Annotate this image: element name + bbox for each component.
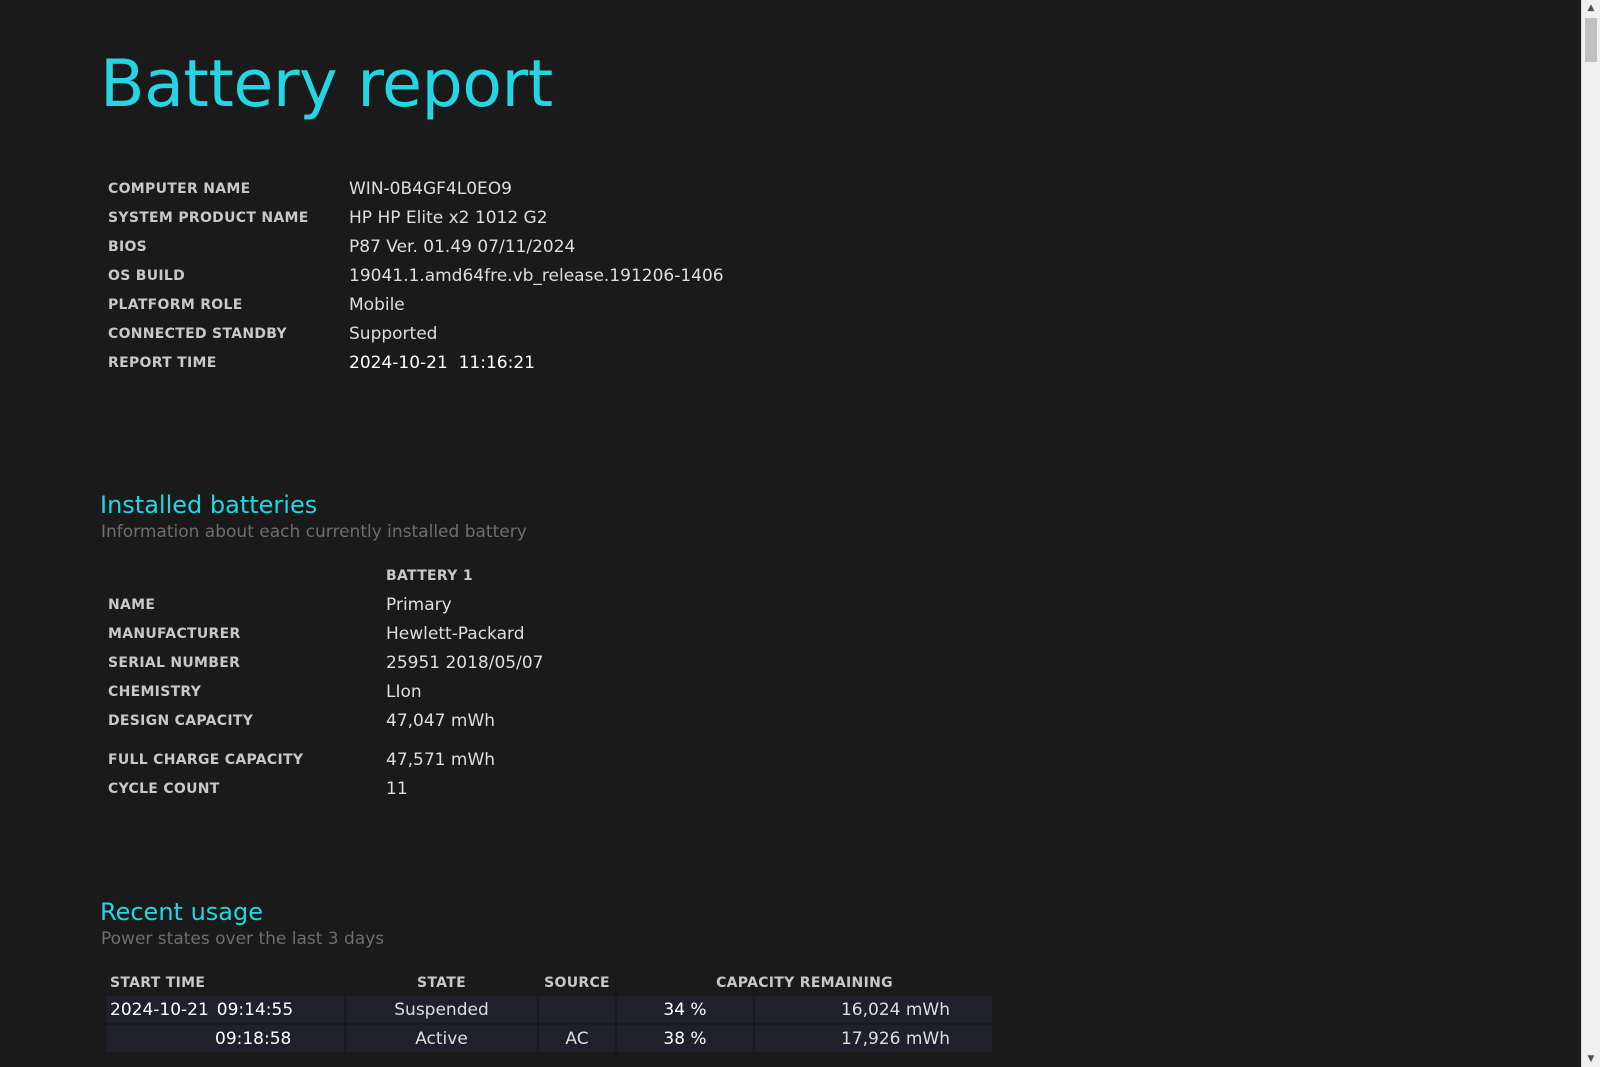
battery-row-manufacturer: MANUFACTURER Hewlett-Packard xyxy=(104,619,547,648)
capacity-mwh-cell: 16,024 mWh xyxy=(755,996,992,1025)
column-header-start-time: START TIME xyxy=(110,975,206,991)
info-value: 19041.1.amd64fre.vb_release.191206-1406 xyxy=(349,265,724,286)
page-title: Battery report xyxy=(100,47,553,122)
battery-row-name: NAME Primary xyxy=(104,590,547,619)
source-cell: AC xyxy=(539,1025,615,1054)
state-cell: Suspended xyxy=(346,996,537,1025)
recent-usage-subtitle: Power states over the last 3 days xyxy=(101,929,385,949)
installed-batteries-title: Installed batteries xyxy=(100,491,318,519)
battery-label: CHEMISTRY xyxy=(108,683,202,700)
battery-column-header: BATTERY 1 xyxy=(386,568,473,584)
capacity-percent-cell: 38 % xyxy=(617,1025,753,1054)
battery-header-row: BATTERY 1 xyxy=(104,562,547,590)
info-row-system-product-name: SYSTEM PRODUCT NAME HP HP Elite x2 1012 … xyxy=(104,203,728,232)
info-row-computer-name: COMPUTER NAME WIN-0B4GF4L0EO9 xyxy=(104,174,728,203)
scroll-down-arrow-icon[interactable]: ▼ xyxy=(1582,1051,1600,1067)
battery-value: 11 xyxy=(386,778,408,799)
info-label: COMPUTER NAME xyxy=(108,180,251,197)
info-row-os-build: OS BUILD 19041.1.amd64fre.vb_release.191… xyxy=(104,261,728,290)
battery-label: MANUFACTURER xyxy=(108,625,241,642)
battery-value: Primary xyxy=(386,594,452,615)
capacity-mwh-cell: 17,926 mWh xyxy=(755,1025,992,1054)
battery-label: FULL CHARGE CAPACITY xyxy=(108,751,304,768)
info-value: 2024-10-21 11:16:21 xyxy=(349,352,535,373)
column-header-state: STATE xyxy=(417,975,466,991)
recent-usage-table: START TIME STATE SOURCE CAPACITY REMAINI… xyxy=(104,970,994,1054)
battery-value: LIon xyxy=(386,681,422,702)
info-value: WIN-0B4GF4L0EO9 xyxy=(349,178,512,199)
table-row: 09:18:58 Active AC 38 % 17,926 mWh xyxy=(106,1025,992,1054)
info-value: Mobile xyxy=(349,294,405,315)
info-label: SYSTEM PRODUCT NAME xyxy=(108,209,309,226)
usage-header-row: START TIME STATE SOURCE CAPACITY REMAINI… xyxy=(106,970,992,996)
info-row-report-time: REPORT TIME 2024-10-21 11:16:21 xyxy=(104,348,728,377)
info-value: HP HP Elite x2 1012 G2 xyxy=(349,207,548,228)
installed-batteries-table: BATTERY 1 NAME Primary MANUFACTURER Hewl… xyxy=(104,562,547,803)
battery-label: NAME xyxy=(108,596,156,613)
battery-label: DESIGN CAPACITY xyxy=(108,712,254,729)
battery-value: 25951 2018/05/07 xyxy=(386,652,544,673)
battery-row-full-charge-capacity: FULL CHARGE CAPACITY 47,571 mWh xyxy=(104,735,547,774)
info-row-platform-role: PLATFORM ROLE Mobile xyxy=(104,290,728,319)
state-cell: Active xyxy=(346,1025,537,1054)
start-time-cell: 2024-10-21 09:14:55 xyxy=(106,996,344,1025)
source-cell xyxy=(539,996,615,1025)
recent-usage-title: Recent usage xyxy=(100,898,263,926)
vertical-scrollbar[interactable]: ▲ ▼ xyxy=(1581,0,1600,1067)
battery-row-design-capacity: DESIGN CAPACITY 47,047 mWh xyxy=(104,706,547,735)
column-header-capacity-remaining: CAPACITY REMAINING xyxy=(716,975,893,991)
start-time-cell: 09:18:58 xyxy=(106,1025,344,1054)
scroll-up-arrow-icon[interactable]: ▲ xyxy=(1582,0,1600,16)
battery-value: Hewlett-Packard xyxy=(386,623,525,644)
start-time: 09:18:58 xyxy=(215,1028,292,1049)
info-label: REPORT TIME xyxy=(108,354,217,371)
battery-header-empty xyxy=(104,562,382,590)
capacity-percent-cell: 34 % xyxy=(617,996,753,1025)
battery-label: SERIAL NUMBER xyxy=(108,654,241,671)
system-info-table: COMPUTER NAME WIN-0B4GF4L0EO9 SYSTEM PRO… xyxy=(104,174,728,377)
installed-batteries-subtitle: Information about each currently install… xyxy=(101,522,527,542)
scroll-thumb[interactable] xyxy=(1585,18,1597,62)
start-time: 09:14:55 xyxy=(216,999,294,1020)
battery-report-page: Battery report COMPUTER NAME WIN-0B4GF4L… xyxy=(0,0,1582,1067)
info-label: OS BUILD xyxy=(108,267,186,284)
info-label: PLATFORM ROLE xyxy=(108,296,243,313)
battery-value: 47,571 mWh xyxy=(386,749,496,770)
info-value: Supported xyxy=(349,323,438,344)
info-label: BIOS xyxy=(108,238,148,255)
info-row-connected-standby: CONNECTED STANDBY Supported xyxy=(104,319,728,348)
column-header-source: SOURCE xyxy=(544,975,610,991)
info-value: P87 Ver. 01.49 07/11/2024 xyxy=(349,236,576,257)
battery-value: 47,047 mWh xyxy=(386,710,496,731)
battery-row-cycle-count: CYCLE COUNT 11 xyxy=(104,774,547,803)
battery-row-serial-number: SERIAL NUMBER 25951 2018/05/07 xyxy=(104,648,547,677)
battery-label: CYCLE COUNT xyxy=(108,780,220,797)
table-row: 2024-10-21 09:14:55 Suspended 34 % 16,024… xyxy=(106,996,992,1025)
info-row-bios: BIOS P87 Ver. 01.49 07/11/2024 xyxy=(104,232,728,261)
start-date: 2024-10-21 xyxy=(110,999,209,1020)
battery-row-chemistry: CHEMISTRY LIon xyxy=(104,677,547,706)
info-label: CONNECTED STANDBY xyxy=(108,325,287,342)
